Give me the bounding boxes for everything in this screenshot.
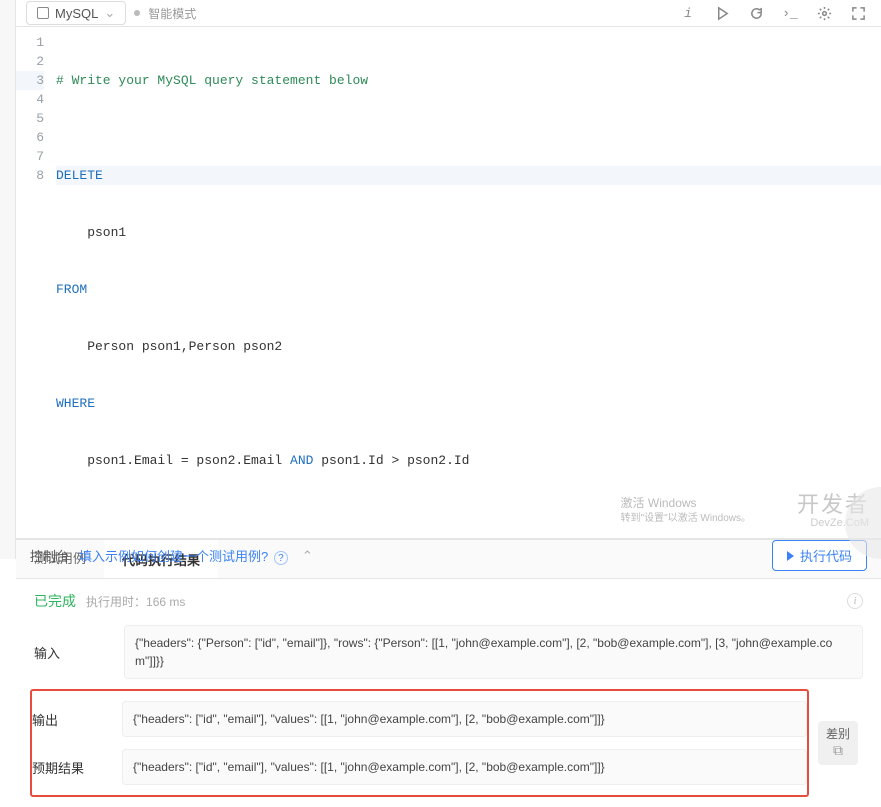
output-label: 输出 [32,710,122,729]
line-numbers: 1 2 3 4 5 6 7 8 [16,33,56,508]
mode-status-dot [134,10,140,16]
expected-label: 预期结果 [32,758,122,777]
language-label: MySQL [55,6,98,21]
result-row-expected: 预期结果 {"headers": ["id", "email"], "value… [32,743,807,791]
diff-button[interactable]: 差别 ⧉ [818,721,858,764]
play-icon [787,551,794,561]
status-row: 已完成 执行用时：166 ms i [16,579,881,619]
console-label[interactable]: 控制台 [30,546,69,565]
runtime-label: 执行用时：166 ms [86,593,185,610]
editor-toolbar: MySQL ⌄ 智能模式 i ›_ [16,0,881,27]
result-row-input: 输入 {"headers": {"Person": ["id", "email"… [34,619,863,685]
help-icon[interactable]: ? [274,551,288,565]
terminal-icon[interactable]: ›_ [777,0,803,26]
settings-icon[interactable] [811,0,837,26]
windows-activate-watermark: 激活 Windows 转到"设置"以激活 Windows。 [621,496,751,525]
output-value[interactable]: {"headers": ["id", "email"], "values": [… [122,701,807,737]
info-icon[interactable]: i [847,593,863,609]
status-badge: 已完成 [34,591,76,611]
diff-column: 差别 ⧉ [813,685,863,801]
footer-bar: 控制台 填入示例如何创建一个测试用例? ? ⌃ 执行代码 [16,539,881,571]
info-icon[interactable]: i [675,0,701,26]
result-row-output: 输出 {"headers": ["id", "email"], "values"… [32,695,807,743]
diff-icon: ⧉ [826,742,850,759]
window-left-gutter [0,0,16,559]
chevron-down-icon: ⌄ [104,5,115,21]
mode-label: 智能模式 [148,5,196,22]
code-editor[interactable]: 1 2 3 4 5 6 7 8 # Write your MySQL query… [16,27,881,538]
expected-value[interactable]: {"headers": ["id", "email"], "values": [… [122,749,807,785]
language-select[interactable]: MySQL ⌄ [26,1,126,25]
code-content[interactable]: # Write your MySQL query statement below… [56,33,881,508]
testcase-hint[interactable]: 填入示例如何创建一个测试用例? ? [79,546,288,566]
database-icon [37,7,49,19]
chevron-up-icon[interactable]: ⌃ [302,548,313,564]
input-label: 输入 [34,643,124,662]
input-value[interactable]: {"headers": {"Person": ["id", "email"]},… [124,625,863,679]
play-icon[interactable] [709,0,735,26]
output-expected-highlight: 输出 {"headers": ["id", "email"], "values"… [30,689,809,797]
fullscreen-icon[interactable] [845,0,871,26]
refresh-icon[interactable] [743,0,769,26]
